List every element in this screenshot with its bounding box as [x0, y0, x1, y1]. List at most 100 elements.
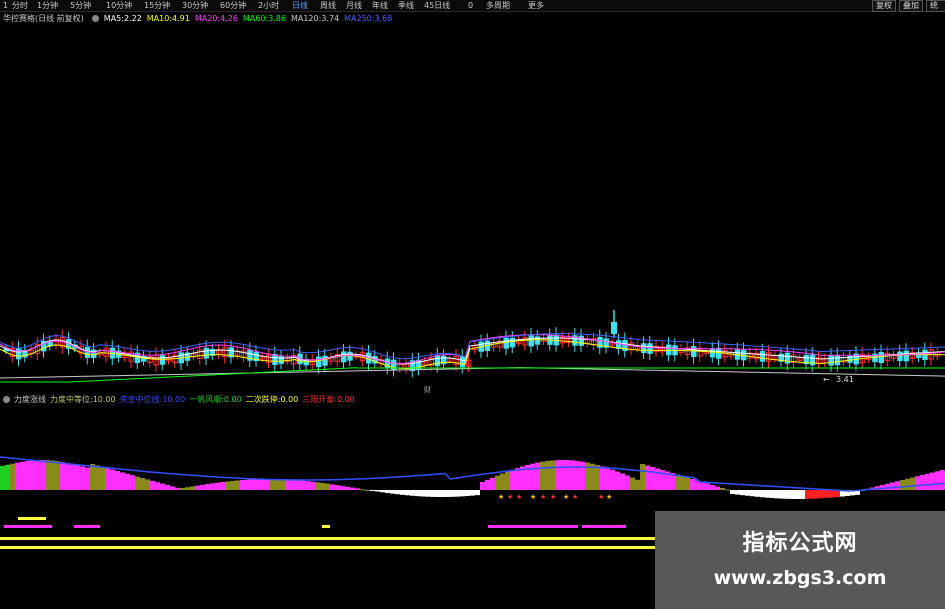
statistics-button[interactable]: 统计	[926, 0, 945, 12]
histogram-bar	[355, 488, 360, 490]
ma10-line	[0, 339, 945, 370]
candle-body	[759, 351, 766, 362]
histogram-bar	[535, 462, 540, 490]
histogram-bar	[715, 486, 720, 490]
histogram-bar	[710, 485, 715, 490]
histogram-bar	[310, 481, 315, 490]
tab-timeframe-1min[interactable]: 1分钟	[37, 0, 58, 11]
histogram-bar	[190, 486, 195, 490]
histogram-bar	[300, 480, 305, 490]
histogram-bar	[920, 475, 925, 490]
tab-multi-period[interactable]: 多周期	[486, 0, 510, 11]
tab-timeframe-quarterly[interactable]: 季线	[398, 0, 414, 11]
histogram-bar	[110, 469, 115, 490]
tab-timeframe-10min[interactable]: 10分钟	[106, 0, 132, 11]
histogram-bar	[220, 482, 225, 490]
histogram-bar	[575, 460, 580, 490]
signal-strips	[0, 517, 655, 549]
histogram-bar	[245, 479, 250, 490]
tab-timeframe-60min[interactable]: 60分钟	[220, 0, 246, 11]
tab-timeframe-1[interactable]: 1	[3, 0, 8, 11]
candlestick-chart[interactable]: 3.41 ← 财	[0, 26, 945, 396]
histogram-bar	[345, 486, 350, 490]
low-price-arrow: ←	[823, 375, 830, 384]
histogram-bar	[425, 490, 430, 497]
histogram-bar	[495, 475, 500, 490]
candle-body	[347, 351, 353, 361]
histogram-bar	[320, 482, 325, 490]
ind-label-1: 资金中位线:	[119, 395, 163, 404]
histogram-bar	[180, 488, 185, 490]
histogram-bar	[225, 481, 230, 490]
histogram-bar	[700, 482, 705, 490]
histogram-bar	[935, 471, 940, 490]
histogram-bar	[75, 465, 80, 490]
tab-timeframe-30min[interactable]: 30分钟	[182, 0, 208, 11]
histogram-bar	[105, 468, 110, 490]
histogram-bar	[295, 480, 300, 490]
histogram-bar	[360, 489, 365, 491]
histogram-bar	[890, 482, 895, 490]
histogram-bar	[415, 490, 420, 497]
histogram-bar	[185, 487, 190, 490]
indicator-gear-icon[interactable]	[3, 396, 10, 403]
adjust-price-button[interactable]: 复权	[872, 0, 896, 12]
signal-strip	[74, 525, 100, 528]
ma20-label: MA20:	[194, 14, 221, 23]
histogram-bar	[680, 476, 685, 490]
histogram-bar	[895, 481, 900, 490]
histogram-bar	[255, 479, 260, 490]
candle-body	[91, 349, 97, 359]
histogram-bar	[750, 490, 755, 497]
signal-strip	[488, 525, 578, 528]
ind-label-2: 一帆风顺:	[189, 395, 224, 404]
tab-timeframe-n[interactable]: 0	[468, 0, 473, 11]
histogram-bar	[435, 490, 440, 497]
histogram-bar	[595, 464, 600, 490]
overlay-button[interactable]: 叠加	[899, 0, 923, 12]
tab-timeframe-yearly[interactable]: 年线	[372, 0, 388, 11]
histogram-bar	[480, 482, 485, 490]
histogram-bar	[565, 460, 570, 490]
histogram-bar	[315, 482, 320, 490]
histogram-bar	[815, 490, 820, 499]
histogram-bar	[410, 490, 415, 496]
signal-strip	[4, 525, 52, 528]
ind-value-2: 0.00	[223, 395, 242, 404]
tab-timeframe-45day[interactable]: 45日线	[424, 0, 450, 11]
histogram-bar	[335, 485, 340, 490]
candle-body	[459, 356, 466, 368]
tab-timeframe-weekly[interactable]: 周线	[320, 0, 336, 11]
histogram-bar	[900, 480, 905, 490]
signal-star-icon: ★	[540, 493, 546, 501]
histogram-bar	[60, 461, 65, 490]
tab-timeframe-intraday[interactable]: 分时	[12, 0, 28, 11]
ma20-value: 4.26	[220, 14, 238, 23]
ma60-value: 3.86	[268, 14, 286, 23]
tab-timeframe-15min[interactable]: 15分钟	[144, 0, 170, 11]
histogram-bar	[240, 480, 245, 490]
histogram-bar	[200, 484, 205, 490]
signal-star-icon: ★	[530, 493, 536, 501]
indicator-info-bar: 力度涨线 力度中等位:10.00 资金中位线:10.00 一帆风顺:0.00 二次跌停:…	[0, 394, 945, 406]
ma60-label: MA60:	[242, 14, 269, 23]
tab-timeframe-5min[interactable]: 5分钟	[70, 0, 91, 11]
tab-more[interactable]: 更多	[528, 0, 544, 11]
histogram-bar	[915, 476, 920, 490]
histogram-bar	[370, 490, 375, 491]
event-marker[interactable]: 财	[424, 385, 431, 394]
histogram-bar	[325, 483, 330, 490]
signal-star-icon: ★	[516, 493, 522, 501]
tab-timeframe-2h[interactable]: 2小时	[258, 0, 279, 11]
histogram-bar	[420, 490, 425, 497]
candle-body	[641, 343, 647, 354]
tab-timeframe-daily[interactable]: 日线	[292, 0, 308, 11]
histogram-bar	[630, 477, 635, 490]
histogram-bar	[340, 485, 345, 490]
histogram-bar	[555, 460, 560, 490]
settings-gear-icon[interactable]	[91, 15, 99, 22]
histogram-bar	[510, 469, 515, 490]
tab-timeframe-monthly[interactable]: 月线	[346, 0, 362, 11]
histogram-bar	[655, 468, 660, 490]
signal-star-markers: ★ ★ ★ ★ ★ ★ ★ ★ ★ ★	[498, 493, 612, 501]
